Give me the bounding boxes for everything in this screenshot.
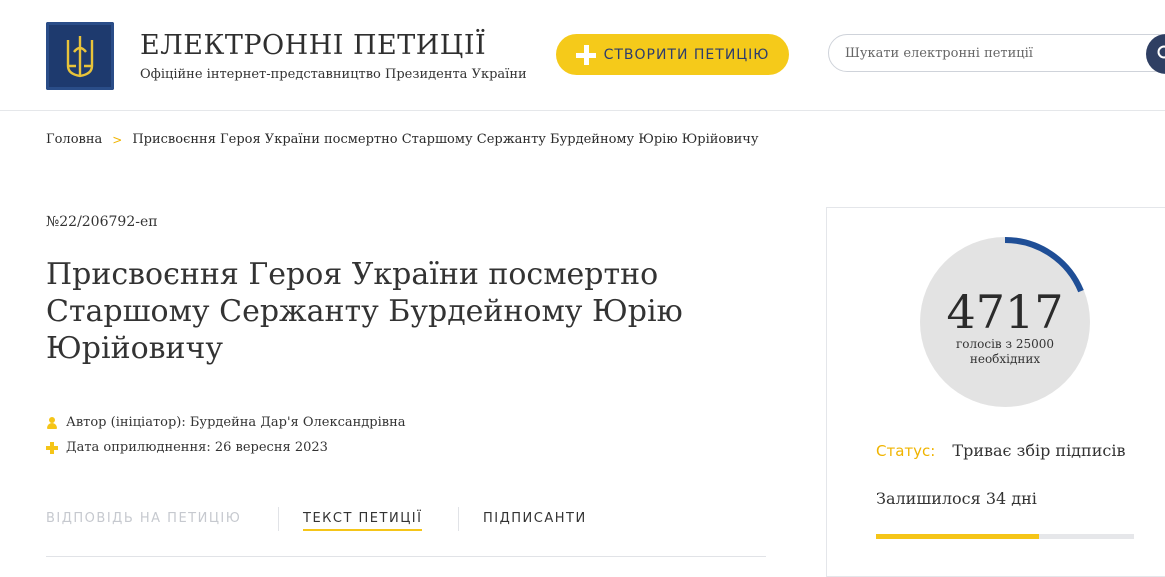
breadcrumb-home[interactable]: Головна xyxy=(46,132,102,147)
header-divider xyxy=(0,110,1165,111)
petition-number: №22/206792-еп xyxy=(46,214,158,230)
breadcrumb: Головна > Присвоєння Героя України посме… xyxy=(46,132,758,147)
create-petition-button[interactable]: СТВОРИТИ ПЕТИЦІЮ xyxy=(556,34,789,75)
site-title[interactable]: ЕЛЕКТРОННІ ПЕТИЦІЇ xyxy=(140,30,486,61)
time-progress-fill xyxy=(876,534,1039,539)
tab-divider xyxy=(278,507,279,531)
status-label: Статус: xyxy=(876,442,935,460)
site-subtitle: Офіційне інтернет-представництво Президе… xyxy=(140,67,527,82)
tab-divider xyxy=(458,507,459,531)
tab-signers[interactable]: ПІДПИСАНТИ xyxy=(483,511,587,526)
petition-date-text: Дата оприлюднення: 26 вересня 2023 xyxy=(66,440,328,455)
trident-icon xyxy=(46,22,114,90)
search-icon xyxy=(1156,44,1165,64)
tab-answer[interactable]: ВІДПОВІДЬ НА ПЕТИЦІЮ xyxy=(46,511,241,526)
breadcrumb-current: Присвоєння Героя України посмертно Старш… xyxy=(132,132,758,147)
petition-author-text: Автор (ініціатор): Бурдейна Дар'я Олекса… xyxy=(66,415,406,430)
tab-petition-text[interactable]: ТЕКСТ ПЕТИЦІЇ xyxy=(303,511,422,531)
petition-title: Присвоєння Героя України посмертно Старш… xyxy=(46,256,686,367)
content-divider xyxy=(46,556,766,557)
petition-author: Автор (ініціатор): Бурдейна Дар'я Олекса… xyxy=(46,415,406,430)
petition-date: Дата оприлюднення: 26 вересня 2023 xyxy=(46,440,328,455)
plus-icon xyxy=(576,45,596,65)
vote-count-label: голосів з 25000 необхідних xyxy=(920,337,1090,367)
status-value: Триває збір підписів xyxy=(952,441,1125,460)
plus-icon xyxy=(46,442,58,454)
create-petition-label: СТВОРИТИ ПЕТИЦІЮ xyxy=(604,47,770,63)
petition-status: Статус: Триває збір підписів xyxy=(876,441,1125,460)
breadcrumb-separator-icon: > xyxy=(112,133,122,147)
time-progress-bar xyxy=(876,534,1134,539)
coat-of-arms-logo[interactable] xyxy=(46,22,114,90)
vote-count: 4717 xyxy=(920,287,1090,337)
days-remaining: Залишилося 34 дні xyxy=(876,489,1037,508)
user-icon xyxy=(46,417,58,429)
search-input[interactable] xyxy=(828,34,1165,72)
